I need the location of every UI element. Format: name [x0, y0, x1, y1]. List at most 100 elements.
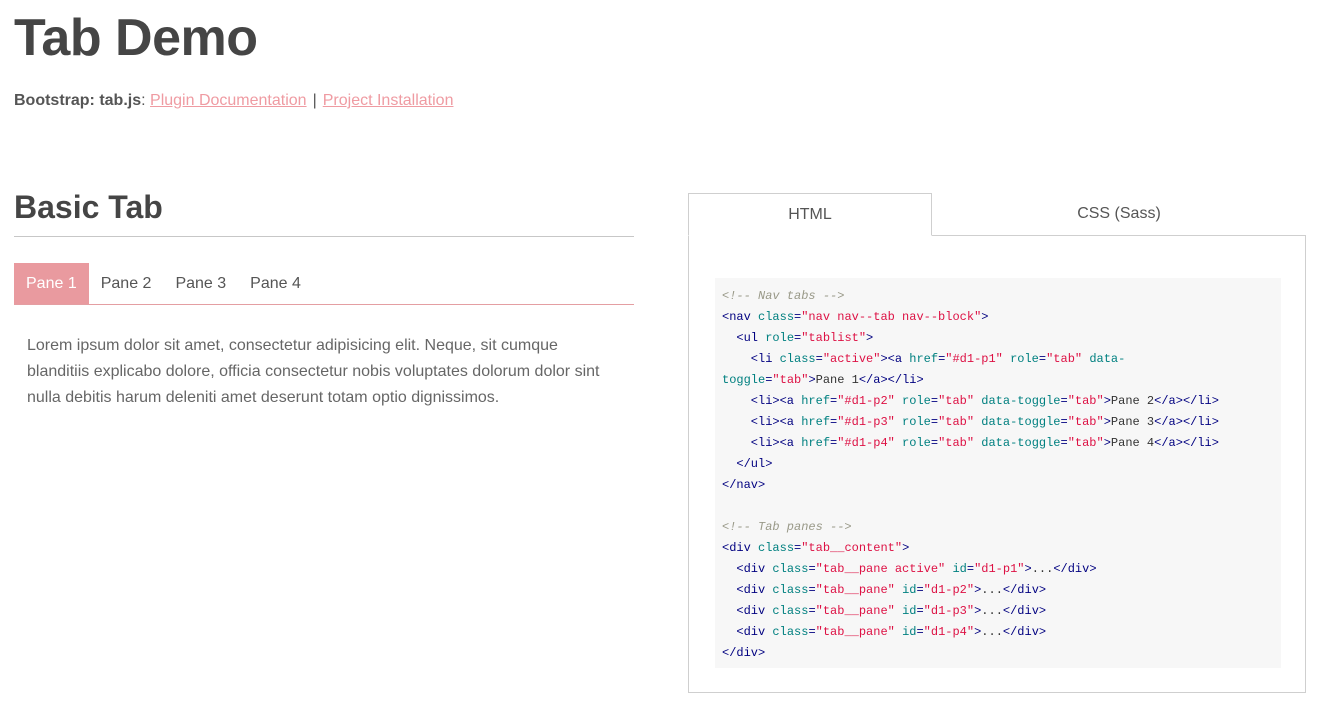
tab-pane-2[interactable]: Pane 2: [89, 263, 164, 304]
code-value: "tab": [938, 436, 975, 450]
page-title: Tab Demo: [14, 9, 258, 67]
code-value: "tablist": [801, 331, 867, 345]
code-attr: href: [801, 436, 831, 450]
code-tag: </div>: [1002, 583, 1047, 597]
code-line: <div class="tab__content">: [715, 538, 1281, 559]
code-tag: >: [1103, 436, 1111, 450]
code-attr: class: [779, 352, 816, 366]
pane-content-text: Lorem ipsum dolor sit amet, consectetur …: [27, 337, 600, 406]
code-line: <div class="tab__pane" id="d1-p3">...</d…: [715, 601, 1281, 622]
tab-html[interactable]: HTML: [688, 193, 932, 236]
code-attr: id: [902, 583, 917, 597]
code-line: <li><a href="#d1-p4" role="tab" data-tog…: [715, 433, 1281, 454]
code-attr: href: [801, 415, 831, 429]
code-line: <!-- Nav tabs -->: [715, 286, 1281, 307]
code-value: "tab": [938, 415, 975, 429]
code-tag: [895, 436, 902, 450]
code-attr: class: [772, 604, 809, 618]
code-content: <!-- Nav tabs --> <nav class="nav nav--ta…: [688, 235, 1306, 693]
code-attr: role: [902, 394, 931, 408]
code-line: <div class="tab__pane" id="d1-p4">...</d…: [715, 622, 1281, 643]
code-tag: =: [1060, 436, 1068, 450]
code-value: "tab": [938, 394, 975, 408]
code-line: <!-- Tab panes -->: [715, 517, 1281, 538]
code-text: Pane 4: [1110, 436, 1155, 450]
code-tag: <div: [722, 562, 773, 576]
code-value: "#d1-p4": [837, 436, 895, 450]
code-tag: =: [916, 604, 924, 618]
code-tag: =: [1038, 352, 1047, 366]
code-tag: </div>: [722, 646, 766, 660]
code-tag: <ul: [722, 331, 766, 345]
code-tag: <li><a: [722, 394, 802, 408]
code-tag: =: [808, 562, 816, 576]
code-panel: HTML CSS (Sass) <!-- Nav tabs --> <nav cl…: [688, 193, 1306, 693]
code-tag: [895, 415, 902, 429]
code-tag: >: [981, 310, 989, 324]
code-attr: class: [758, 541, 795, 555]
code-tab-list: HTML CSS (Sass): [688, 193, 1306, 236]
tab-pane-3[interactable]: Pane 3: [163, 263, 238, 304]
code-line: <nav class="nav nav--tab nav--block">: [715, 307, 1281, 328]
code-attr: id: [902, 604, 917, 618]
code-text: ...: [981, 604, 1003, 618]
code-attr: href: [909, 352, 939, 366]
code-tag: =: [930, 394, 939, 408]
code-tag: </a></li>: [858, 373, 924, 387]
code-attr: id: [952, 562, 967, 576]
code-value: "tab": [1067, 415, 1104, 429]
code-attr: role: [902, 415, 931, 429]
code-attr: role: [902, 436, 931, 450]
code-tag: [895, 625, 902, 639]
code-tag: </a></li>: [1154, 436, 1219, 450]
code-tag: =: [1060, 394, 1068, 408]
basic-tab-section: Basic Tab Pane 1 Pane 2 Pane 3 Pane 4 Lo…: [14, 186, 634, 411]
code-tag: =: [930, 415, 939, 429]
code-text: ...: [1031, 562, 1054, 576]
code-tag: </div>: [1002, 604, 1047, 618]
code-tag: <div: [722, 541, 759, 555]
code-tag: </a></li>: [1154, 415, 1219, 429]
code-comment: <!-- Nav tabs -->: [722, 289, 845, 303]
section-title: Basic Tab: [14, 186, 634, 237]
code-tag: <div: [722, 583, 773, 597]
code-tag: [895, 394, 902, 408]
code-tag: [1003, 352, 1010, 366]
code-attr: data-toggle: [981, 394, 1061, 408]
code-block: <!-- Nav tabs --> <nav class="nav nav--ta…: [715, 278, 1281, 668]
code-value: "tab": [1046, 352, 1083, 366]
tab-pane-1[interactable]: Pane 1: [14, 263, 89, 304]
code-value: "active": [822, 352, 881, 366]
code-line: <li><a href="#d1-p3" role="tab" data-tog…: [715, 412, 1281, 433]
code-line: <li><a href="#d1-p2" role="tab" data-tog…: [715, 391, 1281, 412]
tab-css-sass[interactable]: CSS (Sass): [932, 193, 1306, 235]
code-tag: >: [902, 541, 910, 555]
code-attr: role: [1010, 352, 1039, 366]
code-value: "#d1-p2": [837, 394, 895, 408]
tab-pane-4[interactable]: Pane 4: [238, 263, 313, 304]
code-text: Pane 2: [1110, 394, 1155, 408]
code-tag: </a></li>: [1154, 394, 1219, 408]
code-attr: data-toggle: [981, 436, 1061, 450]
code-tag: <div: [722, 604, 773, 618]
code-value: "nav nav--tab nav--block": [801, 310, 982, 324]
code-text: Pane 1: [815, 373, 859, 387]
project-installation-link[interactable]: Project Installation: [323, 92, 454, 109]
link-separator: |: [312, 92, 317, 109]
code-text: ...: [981, 625, 1003, 639]
code-value: "tab": [1067, 394, 1104, 408]
plugin-label: Bootstrap: tab.js: [14, 92, 142, 109]
code-value: "#d1-p1": [945, 352, 1003, 366]
code-tag: </ul>: [722, 457, 773, 471]
code-attr: class: [772, 562, 809, 576]
pane-tab-list: Pane 1 Pane 2 Pane 3 Pane 4: [14, 263, 634, 305]
code-tag: >: [808, 373, 816, 387]
code-tag: =: [808, 604, 816, 618]
code-text: ...: [981, 583, 1003, 597]
code-tag: </div>: [1053, 562, 1097, 576]
code-comment: <!-- Tab panes -->: [722, 520, 852, 534]
code-attr: class: [772, 625, 809, 639]
plugin-documentation-link[interactable]: Plugin Documentation: [150, 92, 307, 109]
code-tag: =: [808, 625, 816, 639]
